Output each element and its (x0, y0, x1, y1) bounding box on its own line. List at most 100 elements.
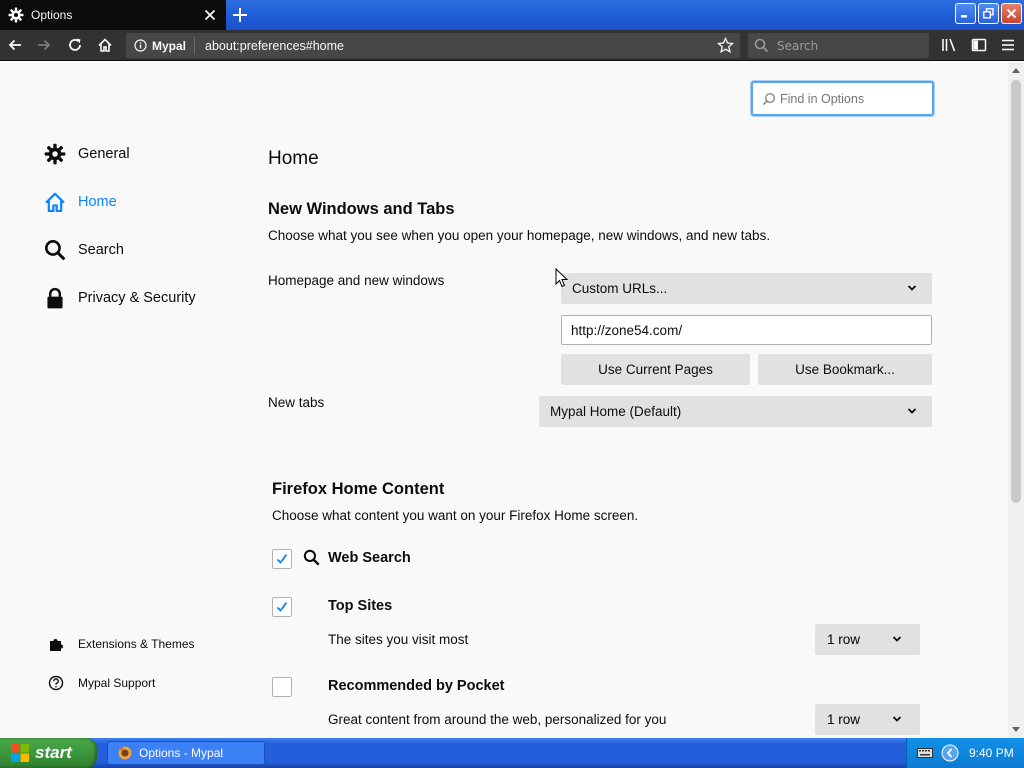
category-label: Privacy & Security (78, 290, 196, 306)
mypal-app-icon (118, 746, 132, 760)
home-icon[interactable] (97, 37, 113, 53)
search-icon (303, 549, 320, 566)
use-bookmark-button[interactable]: Use Bookmark... (758, 354, 932, 385)
homepage-select-value: Custom URLs... (572, 281, 668, 296)
homepage-url-field[interactable]: http://zone54.com/ (561, 315, 932, 345)
section-description: Choose what content you want on your Fir… (272, 508, 639, 523)
category-label: Home (78, 194, 117, 210)
restore-button[interactable] (978, 3, 999, 24)
new-tabs-select-value: Mypal Home (Default) (550, 404, 682, 419)
new-tabs-label: New tabs (268, 395, 325, 410)
section-heading-windows-tabs: New Windows and Tabs (268, 200, 455, 218)
top-sites-label: Top Sites (328, 598, 393, 614)
support-link[interactable]: Mypal Support (48, 675, 155, 691)
reload-icon[interactable] (67, 37, 83, 53)
category-general[interactable]: General (44, 143, 130, 165)
chevron-down-icon (892, 716, 902, 722)
search-bar[interactable]: Search (748, 33, 929, 58)
restore-icon (983, 8, 994, 19)
checkmark-icon (276, 553, 288, 564)
minimize-icon (961, 15, 967, 18)
section-heading-home-content: Firefox Home Content (272, 480, 445, 498)
find-input[interactable] (780, 91, 920, 106)
page-title: Home (268, 148, 319, 169)
rows-select-value: 1 row (827, 632, 861, 647)
search-icon (763, 92, 775, 105)
scroll-thumb[interactable] (1011, 80, 1021, 503)
keyboard-icon[interactable] (917, 747, 933, 759)
home-icon (45, 192, 65, 213)
gear-icon (44, 143, 66, 165)
identity-label: Mypal (152, 38, 187, 53)
scroll-up-button[interactable] (1008, 62, 1024, 78)
tab-title: Options (31, 8, 73, 22)
window-close-button[interactable] (1001, 3, 1022, 24)
gear-icon (8, 7, 24, 23)
forward-icon[interactable] (36, 37, 52, 53)
category-privacy[interactable]: Privacy & Security (44, 287, 196, 309)
new-tab-icon[interactable] (230, 5, 250, 25)
pocket-rows-select[interactable]: 1 row (815, 704, 920, 735)
rows-select-value: 1 row (827, 712, 861, 727)
search-icon (754, 38, 769, 53)
pocket-description: Great content from around the web, perso… (328, 712, 667, 727)
identity-box[interactable]: Mypal (126, 37, 196, 54)
taskbar-item-mypal[interactable]: Options - Mypal (107, 741, 265, 765)
find-in-options[interactable] (751, 81, 934, 116)
new-tabs-select[interactable]: Mypal Home (Default) (539, 396, 932, 427)
extensions-themes-link[interactable]: Extensions & Themes (48, 636, 195, 652)
page-scrollbar[interactable] (1008, 62, 1024, 738)
pocket-checkbox[interactable] (272, 677, 292, 697)
tab-bar: Options (0, 0, 1024, 30)
homepage-label: Homepage and new windows (268, 273, 445, 288)
close-icon[interactable] (202, 7, 218, 23)
use-current-pages-button[interactable]: Use Current Pages (561, 354, 750, 385)
puzzle-icon (50, 639, 63, 651)
minimize-button[interactable] (955, 3, 976, 24)
top-sites-rows-select[interactable]: 1 row (815, 624, 920, 655)
top-sites-description: The sites you visit most (328, 632, 469, 647)
tab-options[interactable]: Options (0, 0, 226, 30)
pocket-label: Recommended by Pocket (328, 678, 505, 694)
category-home[interactable]: Home (44, 191, 117, 213)
sidebar-icon[interactable] (971, 37, 987, 53)
homepage-select[interactable]: Custom URLs... (561, 273, 932, 304)
extensions-label: Extensions & Themes (78, 637, 195, 651)
start-label: start (35, 743, 72, 762)
chevron-down-icon (892, 636, 902, 642)
clock: 9:40 PM (969, 746, 1014, 760)
web-search-checkbox[interactable] (272, 549, 292, 569)
back-icon[interactable] (7, 37, 23, 53)
search-icon (45, 240, 66, 261)
close-icon (1006, 8, 1017, 19)
scroll-down-button[interactable] (1008, 722, 1024, 738)
volume-icon[interactable] (941, 744, 959, 762)
preferences-page: General Home Search Privacy & Security E… (0, 62, 1008, 738)
section-description: Choose what you see when you open your h… (268, 228, 771, 243)
bookmark-star-icon[interactable] (717, 37, 734, 54)
category-label: General (78, 146, 130, 162)
info-icon (134, 39, 147, 52)
chevron-down-icon (907, 408, 917, 414)
web-search-label: Web Search (328, 550, 411, 566)
category-search[interactable]: Search (44, 239, 124, 261)
arrow-down-icon (1012, 727, 1020, 732)
start-button[interactable]: start (0, 738, 97, 768)
chevron-down-icon (907, 285, 917, 291)
library-icon[interactable] (941, 37, 957, 53)
taskbar-item-label: Options - Mypal (139, 746, 224, 760)
lock-icon (47, 287, 63, 309)
url-text: about:preferences#home (205, 38, 344, 53)
windows-logo-icon (11, 744, 29, 762)
system-tray: 9:40 PM (906, 738, 1024, 768)
help-icon (48, 675, 64, 691)
search-placeholder: Search (777, 38, 819, 53)
mouse-cursor-icon (555, 268, 569, 288)
category-label: Search (78, 242, 124, 258)
support-label: Mypal Support (78, 676, 156, 690)
menu-icon[interactable] (1000, 37, 1016, 53)
url-bar[interactable]: Mypal about:preferences#home (126, 33, 740, 58)
top-sites-checkbox[interactable] (272, 597, 292, 617)
checkmark-icon (276, 601, 288, 612)
arrow-up-icon (1012, 68, 1020, 73)
